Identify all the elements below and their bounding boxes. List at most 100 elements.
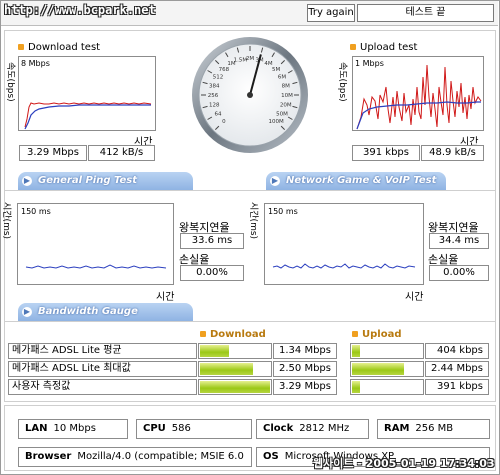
tab-label: Bandwidth Gauge	[38, 306, 138, 317]
ram-label: RAM	[384, 423, 410, 434]
gauge-tick-label: 8M	[282, 83, 290, 89]
upload-bar-fill	[352, 381, 360, 393]
ping-right-x-axis-label: 시간	[405, 292, 424, 303]
bandwidth-upload-header: Upload	[352, 329, 401, 340]
browser-info: Browser Mozilla/4.0 (compatible; MSIE 6.0	[18, 447, 252, 467]
speed-gauge: 0641282563845127681M1.5M2M3M4M5M6M8M10M2…	[192, 37, 308, 153]
upload-value: 404 kbps	[425, 343, 489, 359]
bandwidth-upload-header-label: Upload	[362, 329, 402, 340]
clock-value: 2812 MHz	[299, 423, 350, 434]
download-speed-box: 3.29 Mbps	[19, 145, 87, 161]
upload-rate-box: 48.9 kB/s	[421, 145, 484, 161]
download-bar	[198, 343, 272, 359]
cpu-info: CPU 586	[136, 419, 252, 439]
os-label: OS	[263, 451, 279, 462]
ping-left-x-axis-label: 시간	[156, 292, 175, 303]
gauge-tick-label: 768	[219, 67, 230, 73]
gauge-tick-label: 512	[213, 75, 224, 81]
lan-info: LAN 10 Mbps	[18, 419, 128, 439]
gauge-tick-label: 384	[209, 83, 220, 89]
timestamp-watermark: 웹사이트 - 2005-01-19 17:34:03	[313, 457, 495, 470]
upload-bar	[350, 343, 424, 359]
ping-left-svg	[25, 264, 167, 269]
upload-bar	[350, 379, 424, 395]
download-graph-svg	[24, 102, 152, 130]
clock-label: Clock	[263, 423, 294, 434]
status-field: 테스트 끝	[357, 4, 494, 22]
bandwidth-row-label: 메가패스 ADSL Lite 평균	[8, 343, 197, 359]
gauge-tick-label: 100M	[269, 119, 284, 125]
ping-left-y-axis-label: 시간(ms)	[1, 202, 11, 240]
legend-dot-icon	[200, 331, 206, 337]
cpu-value: 586	[171, 423, 191, 434]
ping-right-svg	[272, 263, 416, 269]
ping-left-graph: 150 ms	[17, 203, 174, 285]
upload-title: Upload test	[360, 42, 418, 53]
browser-value: Mozilla/4.0 (compatible; MSIE 6.0	[77, 451, 244, 462]
download-rate-box: 412 kB/s	[88, 145, 155, 161]
upload-legend: Upload test	[350, 42, 417, 53]
try-again-button[interactable]: Try again	[307, 4, 355, 22]
ping-left-rtt-value: 33.6 ms	[180, 233, 244, 249]
arrow-icon: ▶	[22, 307, 32, 317]
ping-right-graph: 150 ms	[264, 203, 424, 285]
lan-label: LAN	[25, 423, 48, 434]
download-legend: Download test	[18, 42, 100, 53]
download-title: Download test	[28, 42, 101, 53]
arrow-icon: ▶	[22, 176, 32, 186]
gauge-tick-label: 256	[208, 93, 219, 99]
download-value: 1.34 Mbps	[273, 343, 337, 359]
gauge-tick-label: 10M	[281, 93, 293, 99]
cpu-label: CPU	[143, 423, 166, 434]
upload-graph: 1 Mbps	[352, 56, 484, 131]
bandwidth-row-label: 사용자 측정값	[8, 379, 197, 395]
download-line-red	[24, 102, 152, 128]
tab-bandwidth-gauge[interactable]: ▶ Bandwidth Gauge	[18, 303, 193, 321]
upload-value: 391 kbps	[425, 379, 489, 395]
gauge-tick-label: 6M	[278, 75, 286, 81]
bandwidth-download-header-label: Download	[210, 329, 266, 340]
download-bar-fill	[200, 363, 253, 375]
tab-label: General Ping Test	[38, 175, 138, 186]
ram-info: RAM 256 MB	[377, 419, 490, 439]
download-y-axis-label: 속도(bps)	[5, 62, 15, 102]
ping-right-rtt-value: 34.4 ms	[429, 233, 489, 249]
gauge-tick-label: 5M	[272, 67, 280, 73]
upload-bar-fill	[352, 363, 404, 375]
lan-value: 10 Mbps	[53, 423, 96, 434]
download-graph: 8 Mbps	[18, 56, 156, 131]
gauge-tick-label: 50M	[276, 112, 288, 118]
tab-label: Network Game & VoIP Test	[286, 175, 437, 186]
legend-dot-icon	[350, 44, 356, 50]
upload-value: 2.44 Mbps	[425, 361, 489, 377]
upload-bar-fill	[352, 345, 360, 357]
ping-right-line	[272, 263, 416, 269]
clock-info: Clock 2812 MHz	[256, 419, 369, 439]
ping-left-line	[25, 264, 167, 269]
bandwidth-download-header: Download	[200, 329, 266, 340]
gauge-tick-label: 128	[209, 103, 220, 109]
upload-graph-svg	[356, 64, 482, 130]
download-bar-fill	[200, 381, 270, 393]
tab-network-game-voip-test[interactable]: ▶ Network Game & VoIP Test	[266, 172, 446, 190]
gauge-tick-label: 2M	[246, 56, 254, 62]
url-watermark: http://www.bcpark.net	[4, 3, 156, 17]
ping-right-y-axis-label: 시간(ms)	[248, 202, 258, 240]
upload-bar	[350, 361, 424, 377]
download-line-blue	[24, 104, 151, 130]
gauge-tick-label: 0	[222, 119, 226, 125]
ram-value: 256 MB	[415, 423, 454, 434]
browser-label: Browser	[25, 451, 72, 462]
upload-line-red	[356, 64, 482, 130]
legend-dot-icon	[18, 44, 24, 50]
upload-speed-box: 391 kbps	[352, 145, 420, 161]
download-bar	[198, 379, 272, 395]
tab-general-ping-test[interactable]: ▶ General Ping Test	[18, 172, 193, 190]
bandwidth-row-label: 메가패스 ADSL Lite 최대값	[8, 361, 197, 377]
upload-y-axis-label: 속도(bps)	[337, 62, 347, 102]
gauge-hub	[247, 92, 253, 98]
download-value: 3.29 Mbps	[273, 379, 337, 395]
download-bar	[198, 361, 272, 377]
gauge-tick-label: 64	[214, 112, 221, 118]
ping-left-loss-value: 0.00%	[180, 265, 244, 281]
